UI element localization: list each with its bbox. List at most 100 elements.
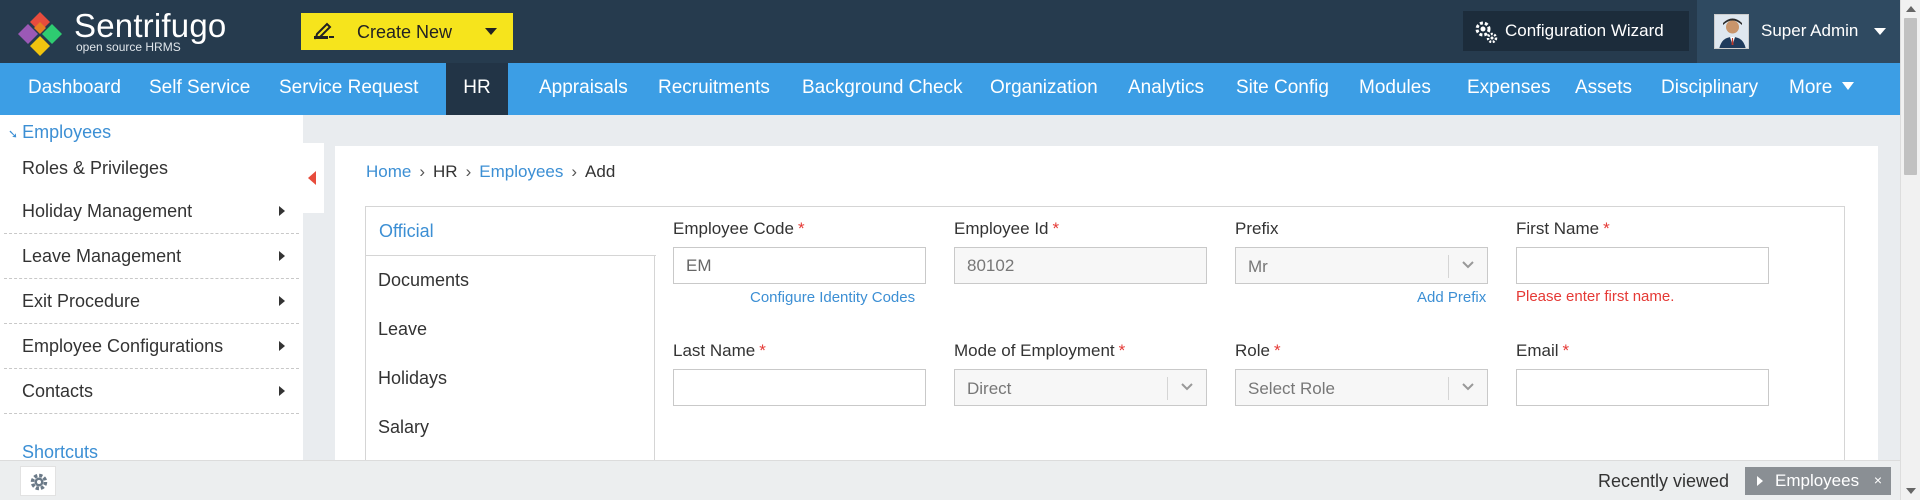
chevron-down-icon[interactable] — [1874, 28, 1886, 35]
caret-right-icon — [279, 386, 285, 396]
prefix-select[interactable]: Mr — [1235, 247, 1488, 284]
nav-site-config[interactable]: Site Config — [1222, 63, 1343, 115]
tab-label: Salary — [378, 417, 430, 437]
employee-form-panel: Official Documents Leave Holidays Salary… — [365, 206, 1845, 498]
role-label: Role * — [1235, 341, 1281, 361]
nav-hr[interactable]: HR — [446, 63, 508, 115]
chevron-down-icon — [1462, 383, 1474, 391]
nav-assets[interactable]: Assets — [1561, 63, 1646, 115]
caret-right-icon — [279, 251, 285, 261]
breadcrumb-separator: › — [465, 162, 472, 181]
employee-code-label: Employee Code * — [673, 219, 805, 239]
brand[interactable]: Sentrifugo open source HRMS — [74, 7, 227, 55]
tab-leave[interactable]: Leave — [365, 305, 655, 355]
add-prefix-link[interactable]: Add Prefix — [1417, 289, 1486, 306]
breadcrumb: Home › HR › Employees › Add — [366, 162, 615, 182]
configuration-wizard-label: Configuration Wizard — [1505, 21, 1664, 40]
select-divider — [1167, 377, 1168, 400]
nav-expenses[interactable]: Expenses — [1453, 63, 1564, 115]
sidebar-item-employee-configurations[interactable]: Employee Configurations — [4, 324, 299, 369]
sidebar-collapse-toggle[interactable] — [303, 143, 324, 213]
avatar[interactable] — [1714, 14, 1749, 49]
nav-more[interactable]: More — [1775, 63, 1868, 115]
nav-modules[interactable]: Modules — [1345, 63, 1445, 115]
nav-background-check[interactable]: Background Check — [788, 63, 977, 115]
mode-of-employment-select[interactable]: Direct — [954, 369, 1207, 406]
configure-identity-codes-link[interactable]: Configure Identity Codes — [750, 289, 915, 306]
breadcrumb-employees[interactable]: Employees — [479, 162, 563, 181]
label-text: First Name — [1516, 219, 1600, 238]
label-text: Role — [1235, 341, 1270, 360]
breadcrumb-home[interactable]: Home — [366, 162, 411, 181]
tab-label: Documents — [378, 270, 470, 290]
user-menu[interactable]: Super Admin — [1697, 0, 1900, 63]
tab-documents[interactable]: Documents — [365, 256, 655, 306]
settings-button[interactable] — [20, 466, 56, 496]
chevron-down-icon — [1462, 261, 1474, 269]
nav-self-service[interactable]: Self Service — [135, 63, 264, 115]
sidebar-item-roles-privileges[interactable]: Roles & Privileges — [4, 146, 299, 191]
sidebar-item-label: Leave Management — [22, 246, 182, 266]
label-text: Email — [1516, 341, 1559, 360]
sidebar-header-employees[interactable]: ➘ Employees — [8, 122, 111, 143]
page-scrollbar[interactable] — [1900, 0, 1920, 500]
brand-name: Sentrifugo — [74, 7, 227, 44]
sidebar-item-label: Contacts — [22, 381, 94, 401]
mode-of-employment-selected: Direct — [967, 379, 1012, 398]
tab-salary[interactable]: Salary — [365, 403, 655, 453]
user-name: Super Admin — [1761, 21, 1859, 40]
sidebar-item-label: Roles & Privileges — [22, 158, 169, 178]
sidebar-item-exit-procedure[interactable]: Exit Procedure — [4, 279, 299, 324]
left-sidebar: ➘ Employees Roles & Privileges Holiday Ma… — [0, 115, 303, 462]
role-select[interactable]: Select Role — [1235, 369, 1488, 406]
sentrifugo-logo-icon[interactable] — [14, 10, 66, 58]
select-divider — [1448, 255, 1449, 278]
scroll-up-icon[interactable] — [1906, 6, 1916, 12]
sidebar-header-label: Employees — [22, 122, 112, 142]
scrollbar-thumb[interactable] — [1904, 18, 1917, 175]
chevron-down-icon — [1842, 82, 1855, 90]
label-text: Last Name — [673, 341, 756, 360]
prefix-selected: Mr — [1248, 257, 1268, 276]
required-mark: * — [1118, 341, 1126, 360]
nav-appraisals[interactable]: Appraisals — [525, 63, 642, 115]
nav-disciplinary[interactable]: Disciplinary — [1647, 63, 1772, 115]
gear-icon — [30, 473, 48, 491]
tab-list: Official Documents Leave Holidays Salary — [365, 206, 656, 498]
configuration-wizard-button[interactable]: Configuration Wizard — [1463, 11, 1689, 51]
caret-right-icon — [279, 206, 285, 216]
create-new-button[interactable]: Create New — [301, 13, 513, 50]
create-new-pencil-icon — [314, 22, 334, 40]
employee-id-input[interactable] — [954, 247, 1207, 284]
email-input[interactable] — [1516, 369, 1769, 406]
first-name-input[interactable] — [1516, 247, 1769, 284]
caret-right-icon — [1757, 476, 1763, 486]
collapse-left-icon — [308, 171, 316, 185]
tab-holidays[interactable]: Holidays — [365, 354, 655, 404]
tab-official[interactable]: Official — [365, 206, 656, 256]
select-divider — [1448, 377, 1449, 400]
last-name-label: Last Name * — [673, 341, 766, 361]
nav-organization[interactable]: Organization — [976, 63, 1112, 115]
prefix-label: Prefix — [1235, 219, 1279, 238]
nav-analytics[interactable]: Analytics — [1114, 63, 1218, 115]
sidebar-item-holiday-management[interactable]: Holiday Management — [4, 189, 299, 234]
nav-dashboard[interactable]: Dashboard — [14, 63, 135, 115]
close-icon[interactable]: × — [1874, 472, 1882, 488]
label-text: Employee Id — [954, 219, 1049, 238]
create-new-label: Create New — [357, 22, 453, 42]
scroll-down-icon[interactable] — [1906, 488, 1916, 494]
nav-service-request[interactable]: Service Request — [265, 63, 432, 115]
breadcrumb-separator: › — [571, 162, 578, 181]
breadcrumb-current: Add — [585, 162, 616, 181]
top-bar: Sentrifugo open source HRMS Create New C… — [0, 0, 1900, 63]
employee-code-input[interactable] — [673, 247, 926, 284]
first-name-label: First Name * — [1516, 219, 1610, 239]
required-mark: * — [1052, 219, 1060, 238]
recent-item-employees[interactable]: Employees × — [1745, 467, 1891, 495]
sidebar-item-leave-management[interactable]: Leave Management — [4, 234, 299, 279]
nav-recruitments[interactable]: Recruitments — [644, 63, 784, 115]
tab-label: Holidays — [378, 368, 448, 388]
sidebar-item-contacts[interactable]: Contacts — [4, 369, 299, 414]
last-name-input[interactable] — [673, 369, 926, 406]
